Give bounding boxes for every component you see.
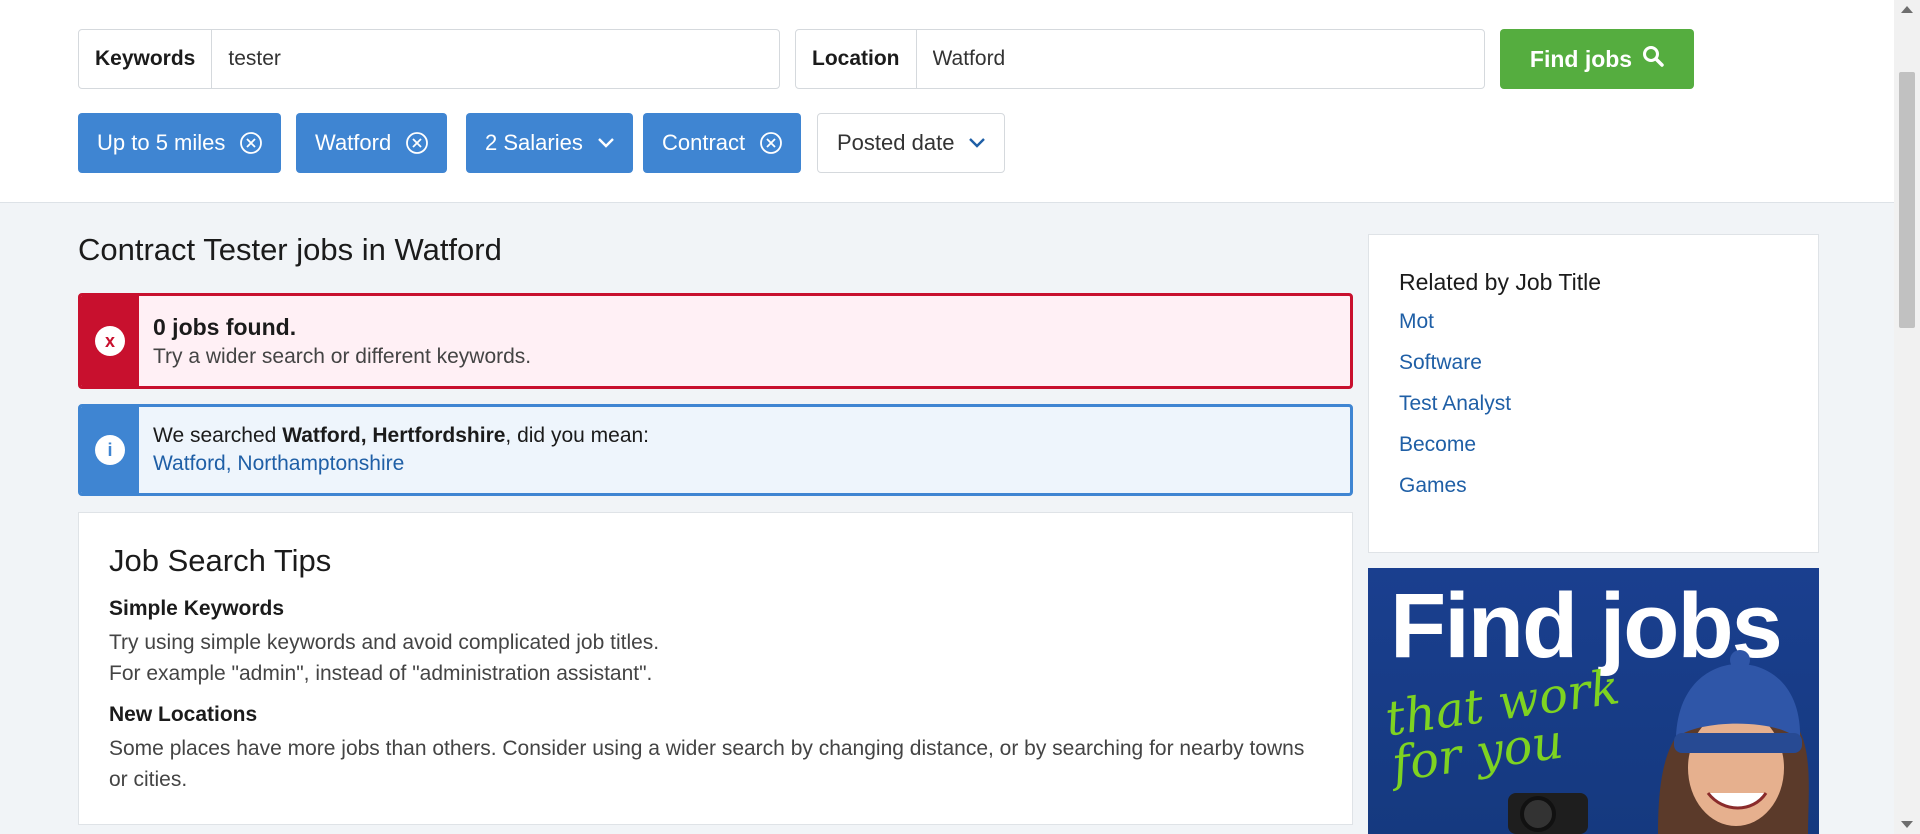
search-icon <box>1642 45 1664 73</box>
tip-section: New Locations Some places have more jobs… <box>109 703 1322 795</box>
location-input[interactable] <box>916 30 1484 88</box>
keywords-field: Keywords <box>78 29 780 89</box>
page-title: Contract Tester jobs in Watford <box>78 232 502 267</box>
related-link-mot[interactable]: Mot <box>1399 310 1788 334</box>
advert-banner[interactable]: Find jobs that work for you <box>1368 568 1819 834</box>
error-heading: 0 jobs found. <box>153 313 297 340</box>
info-text: We searched Watford, Hertfordshire, did … <box>153 424 649 448</box>
tip-heading: Simple Keywords <box>109 597 285 620</box>
info-bar: i <box>81 407 139 493</box>
related-job-titles: Related by Job Title Mot Software Test A… <box>1368 234 1819 553</box>
scroll-down-icon[interactable] <box>1901 821 1913 828</box>
tip-heading: New Locations <box>109 703 258 726</box>
remove-circle-icon[interactable] <box>405 131 429 155</box>
tip-section: Simple Keywords Try using simple keyword… <box>109 597 1322 689</box>
find-jobs-button[interactable]: Find jobs <box>1500 29 1694 89</box>
filter-contract-label: Contract <box>662 130 746 155</box>
no-results-alert: x 0 jobs found. Try a wider search or di… <box>78 293 1353 389</box>
location-suggestion-alert: i We searched Watford, Hertfordshire, di… <box>78 404 1353 496</box>
error-icon: x <box>95 326 125 356</box>
filter-location-chip[interactable]: Watford <box>296 113 448 173</box>
info-suffix: , did you mean: <box>505 424 650 447</box>
chevron-down-icon <box>597 137 615 149</box>
filter-contract-chip[interactable]: Contract <box>643 113 802 173</box>
related-link-become[interactable]: Become <box>1399 433 1788 457</box>
searched-place: Watford, Hertfordshire <box>282 424 506 447</box>
chevron-down-icon <box>968 137 986 149</box>
filter-posted-date-dropdown[interactable]: Posted date <box>817 113 1006 173</box>
tip-line: For example "admin", instead of "adminis… <box>109 662 653 685</box>
job-search-tips: Job Search Tips Simple Keywords Try usin… <box>78 512 1353 825</box>
tip-line: Some places have more jobs than others. … <box>109 737 1305 791</box>
tip-line: Try using simple keywords and avoid comp… <box>109 631 660 654</box>
related-title: Related by Job Title <box>1399 269 1602 295</box>
find-jobs-label: Find jobs <box>1529 45 1633 72</box>
filter-location-label: Watford <box>315 130 392 155</box>
scroll-up-icon[interactable] <box>1901 6 1913 13</box>
filter-posted-date-label: Posted date <box>837 130 955 155</box>
related-link-software[interactable]: Software <box>1399 351 1788 375</box>
ad-person-illustration <box>1508 650 1809 834</box>
info-icon: i <box>95 435 125 465</box>
related-link-test-analyst[interactable]: Test Analyst <box>1399 392 1788 416</box>
keywords-input[interactable] <box>212 30 779 88</box>
remove-circle-icon[interactable] <box>759 131 783 155</box>
keywords-label: Keywords <box>79 30 213 88</box>
info-prefix: We searched <box>153 424 283 447</box>
error-message: Try a wider search or different keywords… <box>153 344 532 368</box>
tips-title: Job Search Tips <box>109 543 332 578</box>
filter-salary-chip[interactable]: 2 Salaries <box>466 113 633 173</box>
filter-distance-label: Up to 5 miles <box>97 130 226 155</box>
page-scrollbar[interactable] <box>1894 0 1920 834</box>
filter-distance-chip[interactable]: Up to 5 miles <box>78 113 282 173</box>
search-header: Keywords Location Find jobs Up to 5 mile… <box>0 0 1894 203</box>
remove-circle-icon[interactable] <box>239 131 263 155</box>
filter-salary-label: 2 Salaries <box>485 130 583 155</box>
location-field: Location <box>795 29 1485 89</box>
error-bar: x <box>81 296 139 386</box>
scrollbar-thumb[interactable] <box>1899 72 1915 328</box>
location-label: Location <box>796 30 917 88</box>
related-link-games[interactable]: Games <box>1399 474 1788 498</box>
suggested-location-link[interactable]: Watford, Northamptonshire <box>153 452 649 476</box>
